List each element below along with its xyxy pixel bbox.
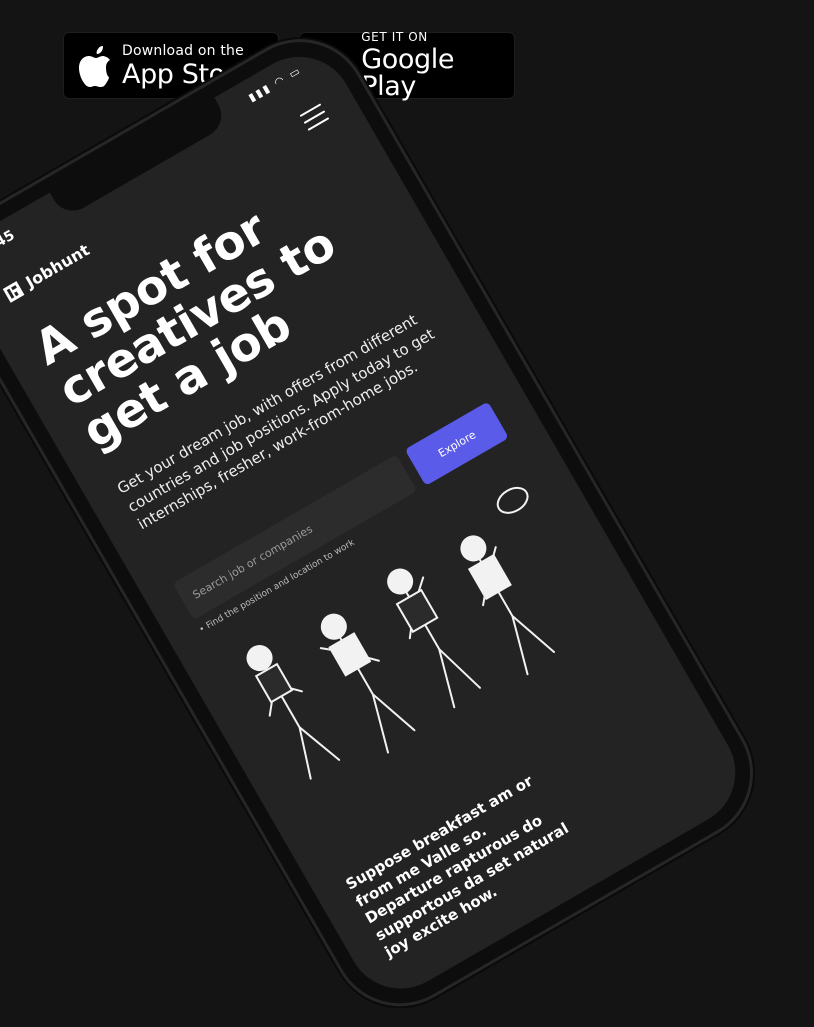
app-logo[interactable]: Jobhunt: [2, 240, 93, 304]
hamburger-menu-icon[interactable]: [299, 103, 333, 136]
explore-button[interactable]: Explore: [404, 401, 509, 486]
apple-icon: [79, 45, 110, 87]
badge-line1: GET IT ON: [361, 30, 428, 44]
badge-line2: Google Play: [361, 44, 455, 102]
status-icons: ▮▮▮ ◠ ▭: [246, 63, 304, 105]
jobhunt-logo-icon: [2, 280, 25, 303]
phone-screen: 9:45 ▮▮▮ ◠ ▭ Jobhunt A spot for creative…: [0, 37, 756, 1009]
phone-notch: [49, 97, 230, 219]
search-placeholder: Search job or companies: [190, 522, 315, 602]
status-time: 9:45: [0, 227, 18, 259]
phone-mockup: 9:45 ▮▮▮ ◠ ▭ Jobhunt A spot for creative…: [0, 17, 775, 1027]
badge-line1: Download on the: [122, 42, 244, 59]
logo-text: Jobhunt: [22, 240, 93, 292]
